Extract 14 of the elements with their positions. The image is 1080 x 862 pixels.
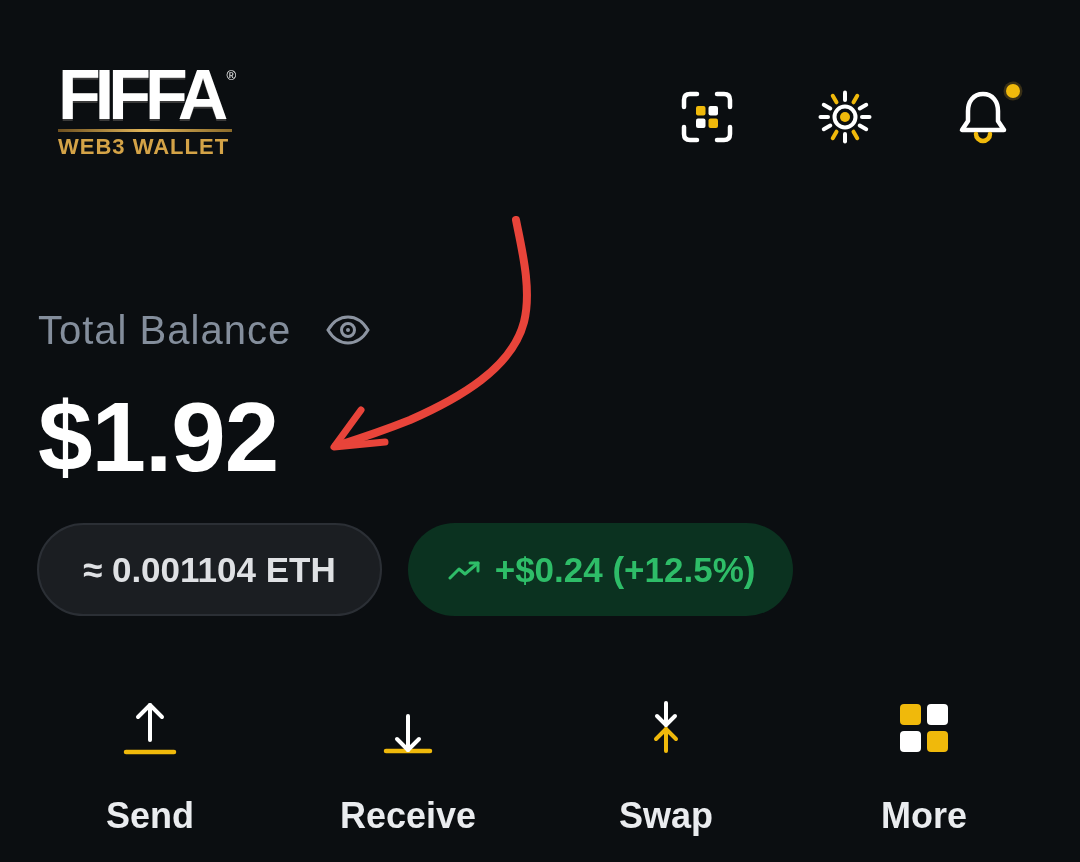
eth-equivalent-chip: ≈ 0.001104 ETH	[37, 523, 382, 616]
registered-mark: ®	[226, 69, 236, 82]
eye-icon[interactable]	[326, 315, 371, 345]
logo-tagline: WEB3 WALLET	[58, 135, 231, 159]
quick-action-button[interactable]: Swap	[619, 700, 713, 836]
quick-action-button[interactable]: More	[881, 700, 967, 836]
balance-amount: $1.92	[38, 387, 279, 487]
total-balance-label: Total Balance	[38, 307, 292, 354]
price-change-text: +$0.24 (+12.5%)	[494, 549, 756, 590]
logo-wordmark: FIFFA	[58, 67, 224, 123]
scan-icon[interactable]	[680, 90, 734, 144]
sun-icon[interactable]	[818, 90, 872, 144]
quick-action-button[interactable]: Send	[106, 700, 194, 836]
quick-action-button[interactable]: Receive	[339, 700, 477, 836]
